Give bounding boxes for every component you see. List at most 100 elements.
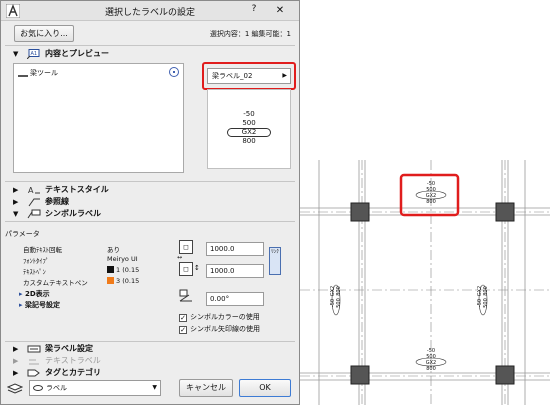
layer-value: ラベル xyxy=(46,384,67,392)
width-field[interactable]: 1000.0 xyxy=(206,242,264,256)
column xyxy=(350,365,370,385)
text-style-icon: A xyxy=(28,186,40,195)
selection-info: 選択内容：1 編集可能：1 xyxy=(209,30,291,38)
divider xyxy=(5,341,295,342)
expand-triangle-icon: ▼ xyxy=(13,50,19,58)
checkbox-checked-icon: ✓ xyxy=(179,326,187,334)
floor-plan-view: -50 500 GX2 800 -50 500 GX2 800 -50 500 … xyxy=(300,160,550,405)
section-symbol-label[interactable]: ▼ シンボルラベル xyxy=(9,208,209,220)
close-button[interactable]: ✕ xyxy=(269,4,291,18)
use-symbol-color-checkbox[interactable]: ✓ シンボルカラーの使用 xyxy=(179,312,260,322)
checkbox-label: シンボル矢印線の使用 xyxy=(190,325,260,333)
symbol-label-icon xyxy=(27,209,41,219)
param-group-label: 2D表示 xyxy=(24,290,50,298)
section-content-preview[interactable]: ▼ A1 内容とプレビュー xyxy=(9,48,209,60)
layer-dropdown[interactable]: ラベル ▼ xyxy=(29,380,161,396)
help-button[interactable]: ? xyxy=(247,4,261,18)
width-arrow-icon: ↔ xyxy=(177,254,183,261)
beam-label-bottom: -50 500 GX2 800 xyxy=(416,348,446,372)
label-text-icon: A1 xyxy=(27,49,40,59)
column xyxy=(495,365,515,385)
tool-list-panel: 梁ツール xyxy=(13,63,184,173)
cancel-button[interactable]: キャンセル xyxy=(179,379,233,397)
favorites-button[interactable]: お気に入り... xyxy=(14,25,74,42)
angle-field[interactable]: 0.00° xyxy=(206,292,264,306)
beam-label-icon xyxy=(27,345,41,353)
param-name: カスタムテキストペン xyxy=(23,279,88,287)
section-label: テキストラベル xyxy=(45,356,101,365)
ok-button[interactable]: OK xyxy=(239,379,291,397)
collapse-triangle-icon: ▶ xyxy=(13,198,19,206)
title-bar: 選択したラベルの設定 ? ✕ xyxy=(1,1,299,21)
param-value-pen[interactable]: 1 (0.15 xyxy=(107,266,139,274)
dropdown-arrow-icon: ▼ xyxy=(152,384,157,391)
link-button-label: ﾘﾝｸ xyxy=(271,249,279,255)
width-icon: ◻ xyxy=(179,240,193,254)
label-line: 800 xyxy=(336,286,342,296)
collapse-triangle-icon: ▶ xyxy=(13,186,19,194)
section-label: 梁ラベル設定 xyxy=(45,344,93,353)
list-item-beam-tool[interactable]: 梁ツール xyxy=(18,68,58,78)
layers-icon xyxy=(7,383,23,394)
param-name: ﾌｫﾝﾄﾀｲﾌﾟ xyxy=(23,257,49,265)
beam-label-left-b: GX2 800 xyxy=(330,276,342,306)
height-icon: ◻ xyxy=(179,262,193,276)
svg-text:A: A xyxy=(28,186,34,195)
highlight-box xyxy=(202,62,296,90)
column xyxy=(495,202,515,222)
list-item-label: 梁ツール xyxy=(30,69,58,77)
target-icon[interactable] xyxy=(169,67,179,77)
section-text-style[interactable]: ▶ A テキストスタイル xyxy=(9,184,209,196)
height-arrow-icon: ↕ xyxy=(194,264,200,272)
label-preview: -50 500 GX2 800 xyxy=(207,89,291,169)
param-group-2d[interactable]: ▸ 2D表示 xyxy=(19,289,50,299)
expand-triangle-icon: ▼ xyxy=(13,210,19,218)
tag-icon xyxy=(27,369,40,377)
beam-label-right-b: GX2 800 xyxy=(477,276,489,306)
pen-color-swatch xyxy=(107,266,114,273)
use-symbol-arrow-checkbox[interactable]: ✓ シンボル矢印線の使用 xyxy=(179,324,260,334)
param-name: 自動ﾃｷｽﾄ回転 xyxy=(23,246,62,254)
section-text-label: ▶ テキストラベル xyxy=(9,355,209,367)
param-value[interactable]: あり xyxy=(107,244,120,254)
parameters-heading: パラメータ xyxy=(5,230,40,238)
section-label: シンボルラベル xyxy=(45,209,101,218)
preview-line: 500 xyxy=(242,119,256,127)
angle-icon xyxy=(179,289,193,303)
param-group-beam-symbol[interactable]: ▸ 梁記号設定 xyxy=(19,300,60,310)
param-value[interactable]: Meiryo UI xyxy=(107,255,138,263)
divider xyxy=(5,181,295,182)
section-label: 内容とプレビュー xyxy=(45,49,109,58)
checkbox-checked-icon: ✓ xyxy=(179,314,187,322)
divider xyxy=(5,221,295,222)
label-line: 800 xyxy=(426,199,436,205)
beam-label-top: -50 500 GX2 800 xyxy=(416,181,446,205)
section-leader[interactable]: ▶ 参照線 xyxy=(9,196,209,208)
label-settings-dialog: 選択したラベルの設定 ? ✕ お気に入り... 選択内容：1 編集可能：1 ▼ … xyxy=(0,0,300,405)
collapse-triangle-icon: ▶ xyxy=(13,357,19,365)
divider xyxy=(5,45,295,46)
label-line: 800 xyxy=(483,286,489,296)
section-beam-label-settings[interactable]: ▶ 梁ラベル設定 xyxy=(9,343,209,355)
checkbox-label: シンボルカラーの使用 xyxy=(190,313,260,321)
pen-value: 1 (0.15 xyxy=(116,266,140,274)
section-tags-categories[interactable]: ▶ タグとカテゴリ xyxy=(9,367,209,379)
preview-line: -50 xyxy=(243,110,255,118)
height-field[interactable]: 1000.0 xyxy=(206,264,264,278)
preview-line: GX2 xyxy=(241,128,257,136)
pen-value: 3 (0.15 xyxy=(116,277,140,285)
eye-icon xyxy=(33,385,43,391)
parameters-list: 自動ﾃｷｽﾄ回転 あり ﾌｫﾝﾄﾀｲﾌﾟ Meiryo UI ﾃｷｽﾄﾍﾟﾝ 1… xyxy=(15,241,165,311)
section-label: 参照線 xyxy=(45,197,69,206)
beam-tool-icon xyxy=(18,70,28,77)
svg-text:A1: A1 xyxy=(31,51,38,57)
param-name: ﾃｷｽﾄﾍﾟﾝ xyxy=(23,268,46,276)
preview-line: 800 xyxy=(242,137,256,145)
link-button[interactable]: ﾘﾝｸ xyxy=(269,247,281,275)
collapse-triangle-icon: ▶ xyxy=(13,345,19,353)
section-label: テキストスタイル xyxy=(45,185,109,194)
text-label-icon xyxy=(29,359,39,365)
section-label: タグとカテゴリ xyxy=(45,368,101,377)
param-value-pen[interactable]: 3 (0.15 xyxy=(107,277,139,285)
leader-icon xyxy=(28,198,40,207)
